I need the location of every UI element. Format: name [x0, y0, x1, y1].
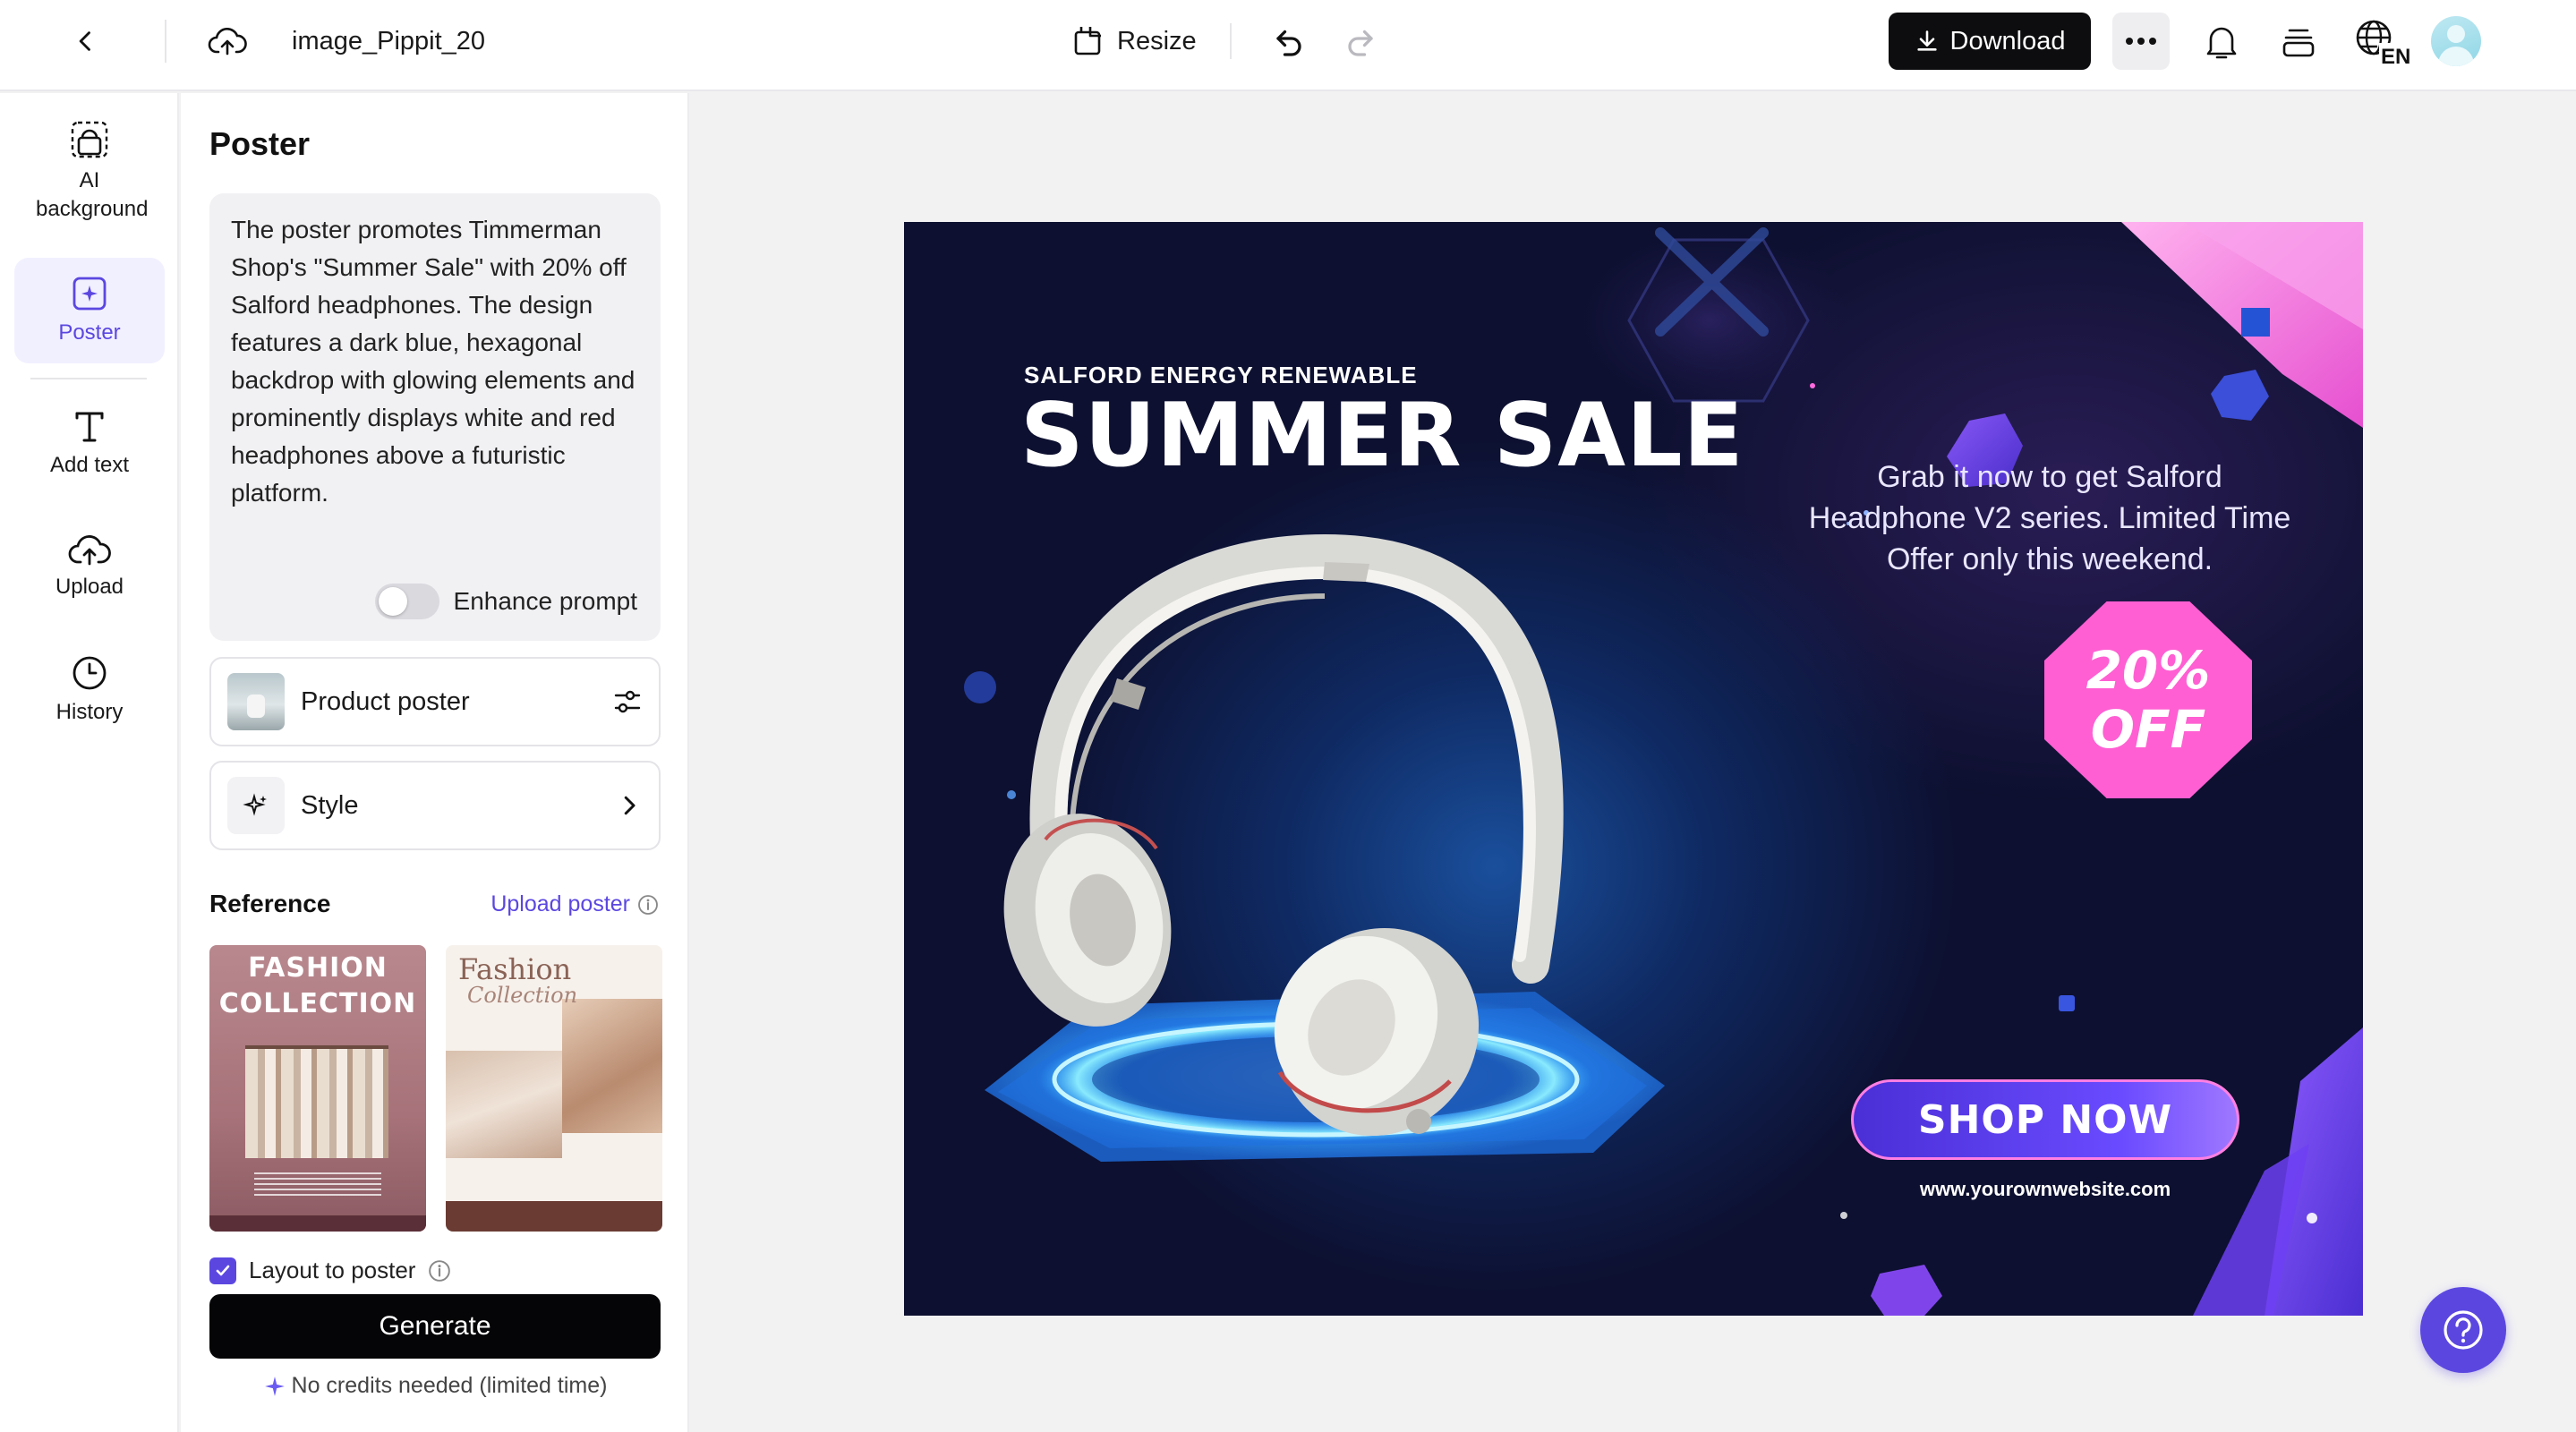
- text-icon: [70, 406, 109, 446]
- panel-title: Poster: [209, 125, 311, 162]
- sliders-settings-icon[interactable]: [612, 686, 643, 717]
- reference-title: FASHION COLLECTION: [218, 952, 417, 1019]
- help-button[interactable]: [2420, 1287, 2506, 1373]
- rail-item-history[interactable]: History: [14, 653, 165, 752]
- prompt-text[interactable]: The poster promotes Timmerman Shop's "Su…: [231, 211, 639, 512]
- rail-item-poster[interactable]: Poster: [14, 258, 165, 363]
- product-poster-label: Product poster: [301, 686, 470, 716]
- layout-to-poster-row: Layout to poster: [209, 1257, 451, 1284]
- rail-item-ai-background[interactable]: AI background: [14, 118, 165, 243]
- poster-panel: Poster The poster promotes Timmerman Sho…: [181, 93, 689, 1432]
- credits-text: No credits needed (limited time): [291, 1373, 608, 1398]
- download-button[interactable]: Download: [1889, 13, 2091, 70]
- reference-title: Fashion: [458, 952, 572, 986]
- reference-label: Reference: [209, 890, 331, 917]
- product-poster-card[interactable]: Product poster: [209, 657, 661, 746]
- ai-background-icon: [68, 118, 111, 161]
- notification-bell-icon[interactable]: [2198, 18, 2245, 64]
- undo-icon[interactable]: [1267, 20, 1310, 63]
- shop-now-cta[interactable]: SHOP NOW: [1851, 1079, 2239, 1160]
- language-globe-icon[interactable]: EN: [2352, 14, 2410, 68]
- resize-icon: [1070, 23, 1106, 59]
- badge-line-2: OFF: [2090, 699, 2206, 760]
- discount-badge[interactable]: 20% OFF: [2044, 601, 2252, 798]
- style-label: Style: [301, 790, 359, 820]
- divider: [1230, 23, 1232, 59]
- sparkle-icon: [263, 1375, 286, 1398]
- credits-note: No credits needed (limited time): [181, 1373, 689, 1399]
- rail-item-add-text[interactable]: Add text: [14, 406, 165, 505]
- layout-to-poster-label: Layout to poster: [249, 1257, 416, 1283]
- clock-icon: [70, 653, 109, 693]
- poster-icon: [70, 274, 109, 313]
- info-icon[interactable]: [428, 1259, 451, 1283]
- rail-item-upload[interactable]: Upload: [14, 532, 165, 630]
- more-dots-icon: [2126, 38, 2156, 45]
- cloud-sync-icon[interactable]: [202, 20, 252, 63]
- redo-icon[interactable]: [1339, 20, 1382, 63]
- top-bar: image_Pippit_20 Resize Download EN: [0, 0, 2576, 91]
- rail-label: History: [55, 700, 124, 724]
- rail-label: Add text: [49, 453, 130, 477]
- prompt-textarea[interactable]: The poster promotes Timmerman Shop's "Su…: [209, 193, 661, 641]
- rail-label: AI background: [36, 168, 149, 221]
- more-options-button[interactable]: [2112, 13, 2170, 70]
- stack-layers-icon[interactable]: [2275, 18, 2322, 64]
- file-name[interactable]: image_Pippit_20: [292, 23, 485, 59]
- svg-text:EN: EN: [2381, 45, 2410, 66]
- upload-cloud-icon: [68, 532, 111, 567]
- reference-thumbnail-fashion-collection-2[interactable]: Fashion Collection: [446, 945, 662, 1232]
- rail-label: Poster: [58, 320, 121, 345]
- upload-poster-link[interactable]: Upload poster: [490, 891, 659, 917]
- upload-poster-label: Upload poster: [490, 891, 630, 916]
- enhance-prompt-toggle[interactable]: [374, 584, 439, 619]
- layout-to-poster-checkbox[interactable]: [209, 1257, 236, 1284]
- resize-button[interactable]: Resize: [1070, 18, 1197, 64]
- poster-description[interactable]: Grab it now to get Salford Headphone V2 …: [1799, 456, 2300, 580]
- checkmark-icon: [216, 1265, 230, 1275]
- download-label: Download: [1949, 26, 2066, 55]
- info-icon[interactable]: [637, 894, 659, 916]
- download-icon: [1915, 29, 1940, 54]
- avatar[interactable]: [2431, 16, 2481, 66]
- reference-thumbnail-fashion-collection[interactable]: FASHION COLLECTION: [209, 945, 426, 1232]
- rail-label: Upload: [55, 575, 124, 599]
- reference-subtitle: Collection: [467, 983, 578, 1008]
- question-mark-icon: [2444, 1310, 2483, 1350]
- poster-canvas[interactable]: SALFORD ENERGY RENEWABLE SUMMER SALE Gra…: [904, 222, 2363, 1316]
- poster-title[interactable]: SUMMER SALE: [1020, 385, 1744, 487]
- enhance-prompt-row: Enhance prompt: [374, 584, 637, 619]
- back-chevron-icon[interactable]: [64, 20, 107, 63]
- divider: [165, 20, 166, 63]
- generate-button[interactable]: Generate: [209, 1294, 661, 1359]
- product-thumbnail: [227, 673, 285, 730]
- sparkle-icon: [227, 777, 285, 834]
- style-card[interactable]: Style: [209, 761, 661, 850]
- divider: [30, 378, 147, 379]
- resize-label: Resize: [1117, 26, 1197, 55]
- badge-line-1: 20%: [2086, 640, 2211, 701]
- left-rail: AI background Poster Add text Upload His…: [0, 93, 179, 1432]
- chevron-right-icon: [616, 792, 643, 819]
- enhance-prompt-label: Enhance prompt: [453, 587, 637, 615]
- poster-url[interactable]: www.yourownwebsite.com: [1851, 1178, 2239, 1201]
